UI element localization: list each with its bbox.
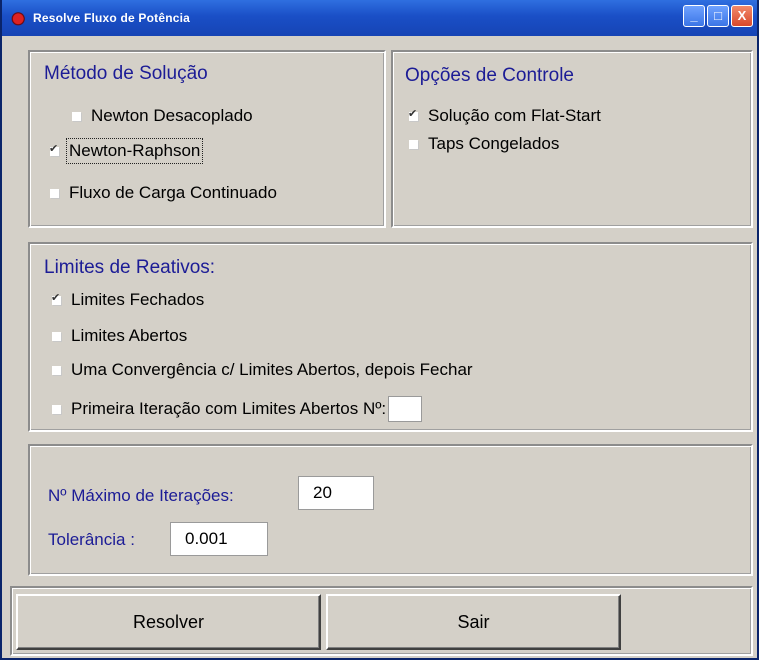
- limites-panel: Limites de Reativos: Limites Fechados Li…: [28, 242, 753, 432]
- primeira-iteracao-label: Primeira Iteração com Limites Abertos Nº…: [71, 399, 387, 418]
- tolerancia-label: Tolerância :: [48, 530, 135, 549]
- option-newton-desacoplado[interactable]: Newton Desacoplado: [72, 106, 253, 126]
- newton-raphson-checkbox[interactable]: [49, 142, 59, 156]
- matlab-app-icon: [11, 10, 27, 26]
- button-bar: Resolver Sair: [10, 586, 753, 656]
- taps-congelados-checkbox[interactable]: [409, 139, 418, 149]
- option-newton-raphson[interactable]: Newton-Raphson: [49, 138, 204, 164]
- controle-panel: Opções de Controle Solução com Flat-Star…: [391, 50, 753, 228]
- newton-desacoplado-checkbox[interactable]: [72, 111, 81, 121]
- main-window: Resolve Fluxo de Potência _ □ X Método d…: [0, 0, 759, 660]
- window-title: Resolve Fluxo de Potência: [33, 11, 191, 25]
- window-controls: _ □ X: [683, 5, 753, 27]
- limites-title: Limites de Reativos:: [44, 257, 216, 278]
- primeira-iteracao-checkbox[interactable]: [52, 404, 61, 414]
- flat-start-checkbox[interactable]: [408, 107, 418, 121]
- option-fluxo-carga-continuado[interactable]: Fluxo de Carga Continuado: [50, 183, 277, 203]
- option-taps-congelados[interactable]: Taps Congelados: [409, 134, 559, 154]
- controle-title: Opções de Controle: [405, 65, 574, 86]
- close-button[interactable]: X: [731, 5, 753, 27]
- limites-fechados-label: Limites Fechados: [71, 290, 205, 309]
- limites-fechados-checkbox[interactable]: [51, 291, 61, 305]
- option-convergencia-limites[interactable]: Uma Convergência c/ Limites Abertos, dep…: [52, 360, 473, 380]
- fluxo-carga-continuado-checkbox[interactable]: [50, 188, 59, 198]
- primeira-iteracao-input[interactable]: [388, 396, 423, 422]
- minimize-button[interactable]: _: [683, 5, 705, 27]
- convergencia-limites-label: Uma Convergência c/ Limites Abertos, dep…: [71, 360, 473, 379]
- limites-abertos-checkbox[interactable]: [52, 331, 61, 341]
- taps-congelados-label: Taps Congelados: [428, 134, 560, 153]
- fluxo-carga-continuado-label: Fluxo de Carga Continuado: [69, 183, 277, 202]
- resolver-button[interactable]: Resolver: [16, 594, 321, 650]
- metodo-panel: Método de Solução Newton Desacoplado New…: [28, 50, 386, 228]
- option-limites-abertos[interactable]: Limites Abertos: [52, 326, 187, 346]
- option-primeira-iteracao[interactable]: Primeira Iteração com Limites Abertos Nº…: [52, 396, 423, 422]
- metodo-title: Método de Solução: [44, 63, 208, 84]
- option-flat-start[interactable]: Solução com Flat-Start: [408, 106, 601, 126]
- max-iter-label: Nº Máximo de Iterações:: [48, 486, 234, 505]
- limites-abertos-label: Limites Abertos: [71, 326, 188, 345]
- newton-raphson-label: Newton-Raphson: [65, 138, 204, 164]
- flat-start-label: Solução com Flat-Start: [428, 106, 601, 125]
- params-panel: Nº Máximo de Iterações: 20 Tolerância : …: [28, 444, 753, 576]
- convergencia-limites-checkbox[interactable]: [52, 365, 61, 375]
- maximize-button[interactable]: □: [707, 5, 729, 27]
- tolerancia-input[interactable]: 0.001: [170, 522, 268, 556]
- sair-button[interactable]: Sair: [326, 594, 621, 650]
- title-bar[interactable]: Resolve Fluxo de Potência _ □ X: [2, 0, 757, 36]
- max-iter-input[interactable]: 20: [298, 476, 374, 510]
- option-limites-fechados[interactable]: Limites Fechados: [51, 290, 205, 310]
- newton-desacoplado-label: Newton Desacoplado: [91, 106, 253, 125]
